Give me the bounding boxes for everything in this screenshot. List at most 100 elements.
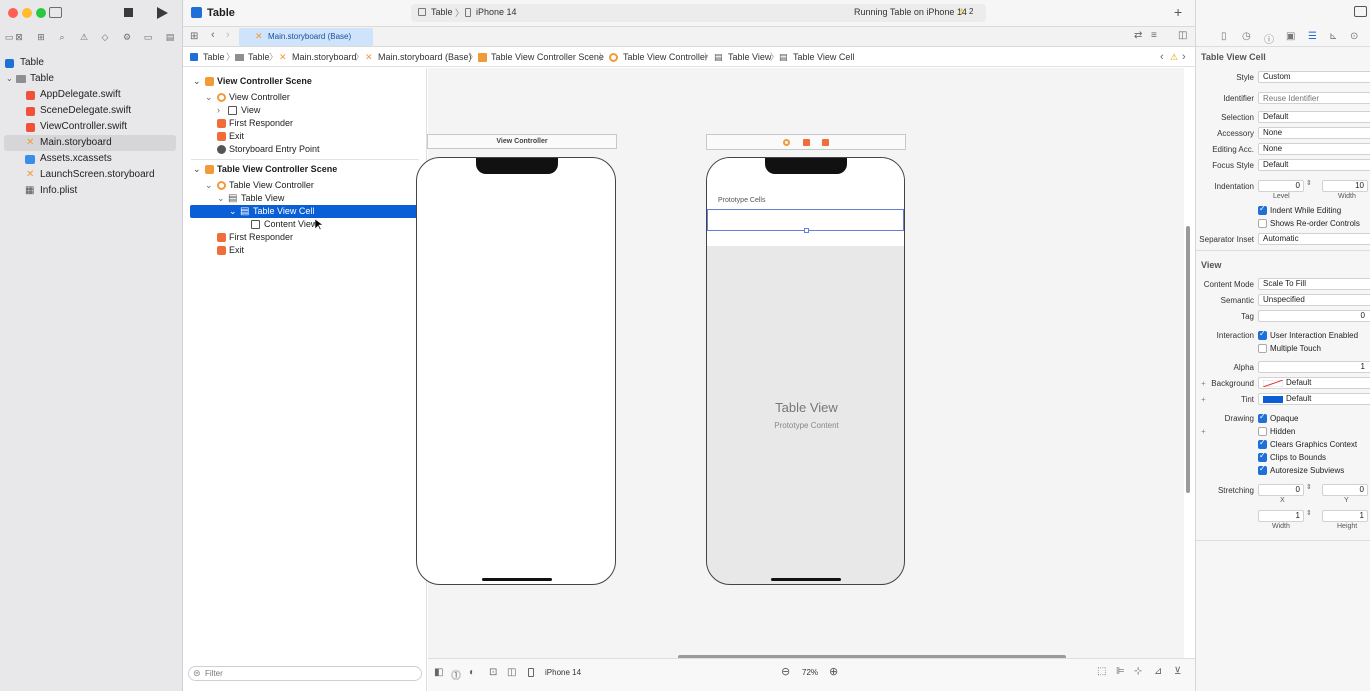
attributes-icon[interactable]: ☰ bbox=[1308, 31, 1317, 42]
table-view-controller-device[interactable]: Prototype Cells Table View Prototype Con… bbox=[706, 157, 905, 585]
refresh-icon[interactable]: ⇄ bbox=[1134, 30, 1142, 41]
project-root-row[interactable]: Table bbox=[0, 55, 183, 71]
stretch-y-field[interactable]: 0 bbox=[1322, 484, 1368, 496]
chevron-down-icon[interactable]: ⌄ bbox=[193, 75, 201, 88]
layout-icon[interactable]: ◫ bbox=[507, 667, 516, 678]
add-variation-icon[interactable]: + bbox=[1201, 427, 1206, 436]
embed-icon[interactable]: ⊻ bbox=[1174, 666, 1181, 677]
device-config-label[interactable]: iPhone 14 bbox=[545, 668, 581, 677]
chevron-down-icon[interactable]: ⌄ bbox=[205, 91, 213, 104]
file-row[interactable]: ✕ LaunchScreen.storyboard bbox=[0, 167, 183, 183]
breadcrumb-item[interactable]: Main.storyboard bbox=[292, 48, 357, 67]
chevron-right-icon[interactable]: › bbox=[217, 104, 220, 117]
file-row[interactable]: SceneDelegate.swift bbox=[0, 103, 183, 119]
first-responder-icon[interactable] bbox=[803, 139, 810, 146]
inspector-toggle-icon[interactable] bbox=[1354, 6, 1367, 17]
split-editor-icon[interactable]: ◫ bbox=[1178, 30, 1187, 41]
run-icon[interactable] bbox=[157, 7, 168, 19]
test-icon[interactable]: ◇ bbox=[100, 32, 110, 42]
group-row[interactable]: ⌄ Table bbox=[0, 71, 183, 87]
stop-icon[interactable] bbox=[124, 8, 133, 17]
view-controller-icon[interactable] bbox=[783, 139, 790, 146]
warning-count[interactable]: 2 bbox=[969, 7, 973, 16]
autoresize-checkbox[interactable] bbox=[1258, 464, 1267, 475]
help-icon[interactable]: ⓘ bbox=[1264, 31, 1274, 46]
history-icon[interactable]: ◷ bbox=[1242, 31, 1251, 42]
warning-icon[interactable]: ⚠ bbox=[1170, 48, 1178, 67]
close-window-button[interactable] bbox=[8, 8, 18, 18]
identifier-field[interactable] bbox=[1258, 92, 1370, 104]
device-selector[interactable]: iPhone 14 bbox=[476, 7, 517, 17]
breadcrumb-item[interactable]: Table View Cell bbox=[793, 48, 854, 67]
folder-icon[interactable]: ▭ bbox=[4, 32, 14, 42]
chevron-down-icon[interactable]: ⌄ bbox=[193, 163, 201, 176]
zoom-in-icon[interactable]: ⊕ bbox=[829, 665, 838, 678]
update-frames-icon[interactable]: ⬚ bbox=[1097, 666, 1106, 677]
accessory-popup[interactable]: None bbox=[1258, 127, 1370, 139]
sidebar-toggle-icon[interactable] bbox=[49, 7, 62, 18]
file-row[interactable]: ViewController.swift bbox=[0, 119, 183, 135]
file-row[interactable]: ▦ Info.plist bbox=[0, 183, 183, 199]
breadcrumb-item[interactable]: Table bbox=[248, 48, 270, 67]
tab-main-storyboard[interactable]: ✕ Main.storyboard (Base) bbox=[239, 28, 373, 46]
orientation-icon[interactable]: ⊡ bbox=[489, 667, 497, 678]
chevron-left-icon[interactable]: ‹ bbox=[1160, 48, 1164, 67]
stepper-icon[interactable]: ⇕ bbox=[1306, 509, 1312, 517]
stepper-icon[interactable]: ⇕ bbox=[1306, 483, 1312, 491]
file-row[interactable]: Assets.xcassets bbox=[0, 151, 183, 167]
activity-area[interactable]: Table 〉 iPhone 14 Running Table on iPhon… bbox=[411, 4, 986, 22]
semantic-popup[interactable]: Unspecified bbox=[1258, 294, 1370, 306]
filter-input[interactable] bbox=[205, 668, 405, 679]
zoom-window-button[interactable] bbox=[36, 8, 46, 18]
add-icon[interactable]: + bbox=[1174, 4, 1182, 20]
breadcrumb-item[interactable]: Main.storyboard (Base) bbox=[378, 48, 472, 67]
scene-row[interactable]: ⌄ View Controller Scene bbox=[193, 75, 423, 88]
dark-mode-icon[interactable]: ◐ bbox=[469, 667, 475, 678]
content-mode-popup[interactable]: Scale To Fill bbox=[1258, 278, 1370, 290]
file-row[interactable]: AppDelegate.swift bbox=[0, 87, 183, 103]
editing-accessory-popup[interactable]: None bbox=[1258, 143, 1370, 155]
scene-row[interactable]: ⌄ Table View Controller Scene bbox=[193, 163, 423, 176]
search-icon[interactable]: ⌕ bbox=[57, 32, 67, 42]
hierarchy-icon[interactable]: ⊞ bbox=[36, 32, 46, 42]
chevron-down-icon[interactable]: ⌄ bbox=[217, 192, 225, 205]
clips-to-bounds-checkbox[interactable] bbox=[1258, 451, 1267, 462]
phone-icon[interactable] bbox=[528, 668, 534, 677]
outline-filter-field[interactable]: ⊜ bbox=[188, 666, 422, 681]
chevron-down-icon[interactable]: ⌄ bbox=[6, 71, 13, 87]
warning-icon[interactable]: ⚠ bbox=[958, 7, 965, 16]
scheme-selector[interactable]: Table bbox=[431, 7, 453, 17]
stretch-x-field[interactable]: 0 bbox=[1258, 484, 1304, 496]
tag-field[interactable]: 0 bbox=[1258, 310, 1370, 322]
breadcrumb-item[interactable]: Table View bbox=[728, 48, 771, 67]
report-icon[interactable]: ▤ bbox=[165, 32, 175, 42]
resolve-issues-icon[interactable]: ⊿ bbox=[1154, 666, 1162, 677]
back-icon[interactable]: ‹ bbox=[211, 29, 215, 41]
identity-icon[interactable]: ▣ bbox=[1286, 31, 1295, 42]
opaque-checkbox[interactable] bbox=[1258, 412, 1267, 423]
prototype-cell[interactable] bbox=[707, 209, 904, 233]
align-icon[interactable]: ⊫ bbox=[1116, 666, 1125, 677]
chevron-down-icon[interactable]: ⌄ bbox=[205, 179, 213, 192]
connections-icon[interactable]: ⊙ bbox=[1350, 31, 1358, 42]
outline-toggle-icon[interactable]: ◧ bbox=[434, 667, 443, 678]
zoom-level[interactable]: 72% bbox=[802, 668, 818, 677]
indentation-level-field[interactable]: 0 bbox=[1258, 180, 1304, 192]
appearance-icon[interactable]: ⓵ bbox=[451, 667, 461, 682]
breadcrumb-item[interactable]: Table View Controller bbox=[623, 48, 708, 67]
file-row-selected[interactable]: ✕ Main.storyboard bbox=[4, 135, 176, 151]
tint-popup[interactable]: Default bbox=[1258, 393, 1370, 405]
grid-icon[interactable]: ⊞ bbox=[190, 31, 198, 42]
indentation-width-field[interactable]: 10 bbox=[1322, 180, 1368, 192]
view-controller-device[interactable] bbox=[416, 157, 616, 585]
indent-while-editing-checkbox[interactable] bbox=[1258, 204, 1267, 215]
shows-reorder-checkbox[interactable] bbox=[1258, 219, 1267, 228]
add-variation-icon[interactable]: + bbox=[1201, 395, 1206, 404]
stepper-icon[interactable]: ⇕ bbox=[1306, 179, 1312, 187]
size-icon[interactable]: ⊾ bbox=[1329, 31, 1337, 42]
breadcrumb-item[interactable]: Table bbox=[203, 48, 225, 67]
stretch-height-field[interactable]: 1 bbox=[1322, 510, 1368, 522]
scene-dock-tvc[interactable] bbox=[706, 134, 906, 150]
focus-style-popup[interactable]: Default bbox=[1258, 159, 1370, 171]
breadcrumb-item[interactable]: Table View Controller Scene bbox=[491, 48, 604, 67]
